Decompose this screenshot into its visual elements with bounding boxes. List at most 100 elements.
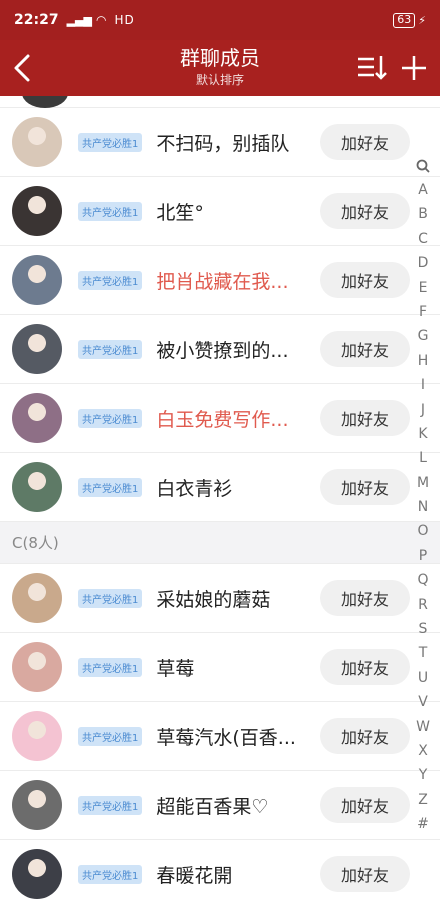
- add-friend-button[interactable]: 加好友: [320, 580, 410, 616]
- list-item[interactable]: 共产党必胜1 北笙° 加好友: [0, 177, 440, 246]
- avatar[interactable]: [12, 642, 62, 692]
- list-item[interactable]: 共产党必胜1 草莓汽水(百香... 加好友: [0, 702, 440, 771]
- nav-bar: 群聊成员 默认排序: [0, 40, 440, 96]
- member-group-c: 共产党必胜1 采姑娘的蘑菇 加好友 共产党必胜1 草莓 加好友 共产党必胜1 草莓汽水(百香.…: [0, 564, 440, 900]
- list-item[interactable]: 共产党必胜1 白衣青衫 加好友: [0, 453, 440, 522]
- search-icon: [416, 159, 430, 173]
- index-letter[interactable]: R: [412, 593, 434, 617]
- add-friend-button[interactable]: 加好友: [320, 400, 410, 436]
- add-friend-button[interactable]: 加好友: [320, 262, 410, 298]
- list-item[interactable]: 共产党必胜1 超能百香果♡ 加好友: [0, 771, 440, 840]
- add-friend-button[interactable]: 加好友: [320, 649, 410, 685]
- avatar[interactable]: [12, 255, 62, 305]
- member-name[interactable]: 把肖战藏在我...: [156, 267, 306, 294]
- index-letter[interactable]: W: [412, 715, 434, 739]
- index-letter[interactable]: S: [412, 617, 434, 641]
- index-letter[interactable]: A: [412, 178, 434, 202]
- member-list[interactable]: 共产党必胜1 不扫码，别插队 加好友 共产党必胜1 北笙° 加好友 共产党必胜1 把肖战藏在我…: [0, 96, 440, 900]
- member-name[interactable]: 超能百香果♡: [156, 792, 306, 819]
- member-title-badge: 共产党必胜1: [78, 795, 143, 815]
- index-letter[interactable]: I: [412, 373, 434, 397]
- index-letter[interactable]: M: [412, 471, 434, 495]
- add-friend-button[interactable]: 加好友: [320, 718, 410, 754]
- network-type: HD: [114, 13, 135, 27]
- avatar[interactable]: [12, 117, 62, 167]
- add-friend-button[interactable]: 加好友: [320, 193, 410, 229]
- index-letter[interactable]: T: [412, 641, 434, 665]
- list-item[interactable]: 共产党必胜1 不扫码，别插队 加好友: [0, 108, 440, 177]
- add-friend-button[interactable]: 加好友: [320, 856, 410, 892]
- index-letter[interactable]: B: [412, 202, 434, 226]
- avatar[interactable]: [12, 324, 62, 374]
- member-group: 共产党必胜1 不扫码，别插队 加好友 共产党必胜1 北笙° 加好友 共产党必胜1 把肖战藏在我…: [0, 108, 440, 522]
- avatar[interactable]: [12, 186, 62, 236]
- index-search[interactable]: [412, 154, 434, 178]
- member-title-badge: 共产党必胜1: [78, 339, 143, 359]
- member-title-badge: 共产党必胜1: [78, 477, 143, 497]
- avatar[interactable]: [12, 849, 62, 899]
- index-letter[interactable]: Z: [412, 788, 434, 812]
- index-letter[interactable]: N: [412, 495, 434, 519]
- add-friend-button[interactable]: 加好友: [320, 124, 410, 160]
- index-letter[interactable]: Q: [412, 568, 434, 592]
- status-bar: 22:27 ▂▄▆ ◠ HD 63 ⚡: [0, 0, 440, 40]
- member-name[interactable]: 不扫码，别插队: [156, 129, 306, 156]
- index-letter[interactable]: D: [412, 251, 434, 275]
- index-letter[interactable]: G: [412, 324, 434, 348]
- list-item[interactable]: 共产党必胜1 白玉免费写作... 加好友: [0, 384, 440, 453]
- index-letter[interactable]: U: [412, 666, 434, 690]
- member-title-badge: 共产党必胜1: [78, 132, 143, 152]
- member-name[interactable]: 采姑娘的蘑菇: [156, 585, 306, 612]
- alphabet-index[interactable]: A B C D E F G H I J K L M N O P Q R S T U V W X Y Z #: [412, 154, 434, 837]
- index-letter[interactable]: F: [412, 300, 434, 324]
- sort-button[interactable]: [356, 52, 388, 84]
- avatar[interactable]: [12, 780, 62, 830]
- index-letter[interactable]: P: [412, 544, 434, 568]
- index-letter[interactable]: O: [412, 519, 434, 543]
- index-letter[interactable]: J: [412, 398, 434, 422]
- member-title-badge: 共产党必胜1: [78, 408, 143, 428]
- index-letter[interactable]: K: [412, 422, 434, 446]
- member-name[interactable]: 北笙°: [156, 198, 306, 225]
- index-letter[interactable]: #: [412, 812, 434, 836]
- index-letter[interactable]: H: [412, 349, 434, 373]
- member-name[interactable]: 白玉免费写作...: [156, 405, 306, 432]
- member-title-badge: 共产党必胜1: [78, 864, 143, 884]
- member-title-badge: 共产党必胜1: [78, 201, 143, 221]
- list-item[interactable]: 共产党必胜1 采姑娘的蘑菇 加好友: [0, 564, 440, 633]
- list-item[interactable]: 共产党必胜1 春暖花開 加好友: [0, 840, 440, 900]
- member-name[interactable]: 春暖花開: [156, 861, 306, 888]
- member-name[interactable]: 被小赞撩到的...: [156, 336, 306, 363]
- add-friend-button[interactable]: 加好友: [320, 787, 410, 823]
- avatar[interactable]: [12, 711, 62, 761]
- add-friend-button[interactable]: 加好友: [320, 469, 410, 505]
- index-letter[interactable]: X: [412, 739, 434, 763]
- avatar[interactable]: [12, 573, 62, 623]
- member-title-badge: 共产党必胜1: [78, 726, 143, 746]
- plus-icon: [402, 56, 426, 80]
- wifi-icon: ◠: [95, 13, 107, 27]
- index-letter[interactable]: L: [412, 446, 434, 470]
- avatar[interactable]: [12, 393, 62, 443]
- member-name[interactable]: 白衣青衫: [156, 474, 306, 501]
- index-letter[interactable]: Y: [412, 763, 434, 787]
- list-item[interactable]: 共产党必胜1 草莓 加好友: [0, 633, 440, 702]
- add-friend-button[interactable]: 加好友: [320, 331, 410, 367]
- sort-icon: [358, 56, 387, 80]
- member-name[interactable]: 草莓汽水(百香...: [156, 723, 306, 750]
- index-letter[interactable]: C: [412, 227, 434, 251]
- member-title-badge: 共产党必胜1: [78, 657, 143, 677]
- battery-indicator: 63 ⚡: [393, 12, 426, 28]
- battery-level: 63: [393, 12, 416, 28]
- member-name[interactable]: 草莓: [156, 654, 306, 681]
- charging-icon: ⚡: [418, 13, 426, 27]
- index-letters: A B C D E F G H I J K L M N O P Q R S T U V W X Y Z #: [412, 178, 434, 837]
- status-time: 22:27: [14, 12, 59, 28]
- list-item[interactable]: 共产党必胜1 被小赞撩到的... 加好友: [0, 315, 440, 384]
- add-member-button[interactable]: [398, 52, 430, 84]
- avatar[interactable]: [12, 462, 62, 512]
- list-item-partial: [0, 96, 440, 108]
- index-letter[interactable]: V: [412, 690, 434, 714]
- index-letter[interactable]: E: [412, 276, 434, 300]
- list-item[interactable]: 共产党必胜1 把肖战藏在我... 加好友: [0, 246, 440, 315]
